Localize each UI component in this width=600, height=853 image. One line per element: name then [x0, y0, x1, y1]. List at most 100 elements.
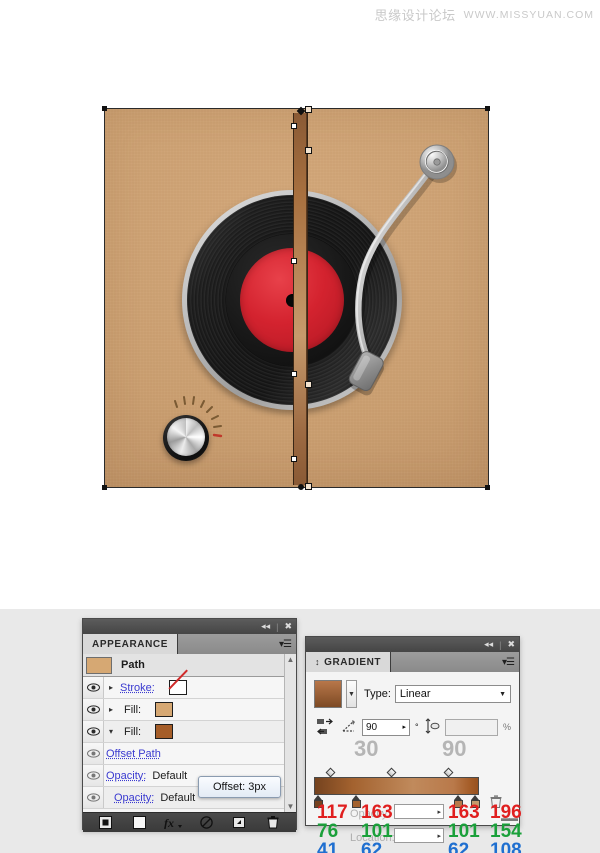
watermark: 思缘设计论坛 WWW.MISSYUAN.COM [375, 5, 594, 24]
gradient-body: ▼ Type: Linear ▼ 90 ▸ ° % 30 90 Opacity:… [306, 672, 519, 825]
appearance-row-fill-1[interactable]: ▸ Fill: [83, 699, 296, 721]
gradient-midpoint-3[interactable] [444, 768, 454, 778]
gradient-tab-bar: ↕ GRADIENT ▾☰ [306, 652, 519, 672]
gradient-tab-filler: ▾☰ [391, 652, 519, 672]
rgb-g-1: 76 [317, 823, 338, 840]
appearance-panel-chrome: ◂◂ | ✖ [83, 619, 296, 634]
gradient-panel-chrome: ◂◂ | ✖ [306, 637, 519, 652]
appearance-row-stroke[interactable]: ▸ Stroke: [83, 677, 296, 699]
disclosure-triangle-fill-2[interactable]: ▾ [104, 727, 118, 736]
appearance-footer-toolbar: fx [83, 812, 296, 832]
knob-brushed-top [167, 418, 205, 456]
appearance-header-row: Path [83, 654, 296, 677]
scroll-up-arrow-icon[interactable]: ▲ [287, 654, 295, 665]
add-new-stroke-button[interactable] [89, 816, 123, 829]
add-new-fill-button[interactable] [123, 816, 157, 829]
aspect-ratio-icon [424, 718, 440, 737]
collapse-double-arrow-icon[interactable]: ◂◂ [261, 622, 270, 631]
opacity-value-1: Default [152, 770, 187, 782]
gradient-type-value: Linear [400, 688, 431, 700]
resize-grip[interactable]: ▬▬ [501, 813, 517, 823]
fill-swatch-1[interactable] [155, 702, 173, 717]
panel-menu-icon[interactable]: ▾☰ [279, 639, 291, 650]
appearance-tab-filler: ▾☰ [178, 634, 296, 654]
volume-knob[interactable] [149, 393, 231, 465]
gradient-angle-field[interactable]: 90 ▸ [362, 719, 410, 736]
stroke-label[interactable]: Stroke: [120, 682, 155, 694]
gradient-rgb-readouts: 117 76 41 163 101 62 163 101 62 196 154 … [314, 804, 514, 853]
gradient-panel[interactable]: ◂◂ | ✖ ↕ GRADIENT ▾☰ ▼ Type: Linear ▼ 90… [305, 636, 520, 826]
appearance-tab-bar: APPEARANCE ▾☰ [83, 634, 296, 654]
gradient-type-select[interactable]: Linear ▼ [395, 685, 511, 703]
gradient-angle-icon [341, 718, 357, 737]
chevron-down-icon[interactable]: ▼ [499, 691, 506, 698]
visibility-eye-icon-opacity-1[interactable] [83, 765, 104, 786]
angle-stepper-icon[interactable]: ▸ [402, 723, 406, 731]
chrome-separator: | [499, 640, 501, 650]
visibility-eye-icon-offset[interactable] [83, 743, 104, 764]
screenshot-root: 思缘设计论坛 WWW.MISSYUAN.COM ◂◂ | ✖ APPEARANC… [0, 0, 600, 853]
visibility-eye-icon-opacity-2[interactable] [83, 787, 104, 808]
ghost-number-90: 90 [442, 736, 466, 762]
appearance-panel[interactable]: ◂◂ | ✖ APPEARANCE ▾☰ ▲ ▼ Path ▸ Stroke: … [82, 618, 297, 830]
record-spindle-hole [286, 294, 299, 307]
rgb-g-4: 154 [490, 823, 522, 840]
disclosure-triangle-fill-1[interactable]: ▸ [104, 705, 118, 714]
rgb-g-3: 101 [448, 823, 480, 840]
appearance-row-fill-2[interactable]: ▾ Fill: [83, 721, 296, 743]
add-new-effect-button[interactable]: fx [156, 816, 190, 829]
ghost-number-30: 30 [354, 736, 378, 762]
collapse-double-arrow-icon[interactable]: ◂◂ [484, 640, 493, 649]
gradient-midpoint-1[interactable] [326, 768, 336, 778]
appearance-row-offset-path[interactable]: Offset Path [83, 743, 296, 765]
close-icon[interactable]: ✖ [507, 640, 515, 649]
disclosure-triangle-stroke[interactable]: ▸ [104, 683, 118, 692]
chrome-separator: | [276, 622, 278, 632]
rgb-b-2: 62 [361, 842, 382, 853]
visibility-eye-icon-stroke[interactable] [83, 677, 104, 698]
clear-appearance-button[interactable] [190, 816, 224, 829]
rgb-r-2: 163 [361, 804, 393, 821]
turntable-illustration [104, 108, 489, 488]
gradient-angle-value: 90 [366, 722, 377, 733]
rgb-b-1: 41 [317, 842, 338, 853]
visibility-eye-icon-fill-1[interactable] [83, 699, 104, 720]
rgb-b-3: 62 [448, 842, 469, 853]
gradient-tab-label: GRADIENT [324, 657, 381, 668]
fill-label-1[interactable]: Fill: [124, 704, 141, 716]
gradient-preview-swatch[interactable] [314, 680, 342, 708]
gradient-aspect-field[interactable] [445, 719, 498, 736]
fill-label-2[interactable]: Fill: [124, 726, 141, 738]
panel-menu-icon[interactable]: ▾☰ [502, 657, 514, 668]
visibility-eye-icon-fill-2[interactable] [83, 721, 104, 742]
duplicate-item-button[interactable] [223, 816, 257, 829]
degree-symbol: ° [415, 722, 419, 732]
appearance-scrollbar[interactable]: ▲ ▼ [284, 654, 296, 812]
tab-appearance[interactable]: APPEARANCE [83, 634, 178, 654]
gradient-ramp-bar[interactable] [314, 777, 479, 795]
appearance-list: ▲ ▼ Path ▸ Stroke: ▸ Fill: ▾ Fill: Offse… [83, 654, 296, 812]
path-swatch[interactable] [86, 657, 112, 674]
gradient-midpoint-2[interactable] [387, 768, 397, 778]
close-icon[interactable]: ✖ [284, 622, 292, 631]
opacity-value-2: Default [160, 792, 195, 804]
rgb-g-2: 101 [361, 823, 393, 840]
gradient-type-row: ▼ Type: Linear ▼ [314, 680, 511, 708]
opacity-label-2[interactable]: Opacity: [114, 792, 154, 804]
rgb-r-1: 117 [317, 804, 348, 821]
offset-path-label[interactable]: Offset Path [106, 748, 161, 760]
delete-item-button[interactable] [257, 816, 291, 829]
vinyl-record [182, 190, 402, 410]
reverse-gradient-icon[interactable] [314, 717, 336, 737]
rgb-b-4: 108 [490, 842, 522, 853]
fill-swatch-2[interactable] [155, 724, 173, 739]
percent-symbol: % [503, 722, 511, 732]
gradient-swatch-dropdown-icon[interactable]: ▼ [346, 680, 357, 708]
opacity-label-1[interactable]: Opacity: [106, 770, 146, 782]
rgb-r-3: 163 [448, 804, 480, 821]
scroll-down-arrow-icon[interactable]: ▼ [287, 801, 295, 812]
stroke-swatch-none[interactable] [169, 680, 187, 695]
tab-gradient[interactable]: ↕ GRADIENT [306, 652, 391, 672]
drag-handle-icon[interactable]: ↕ [315, 657, 320, 667]
gradient-angle-row: 90 ▸ ° % [314, 717, 511, 737]
